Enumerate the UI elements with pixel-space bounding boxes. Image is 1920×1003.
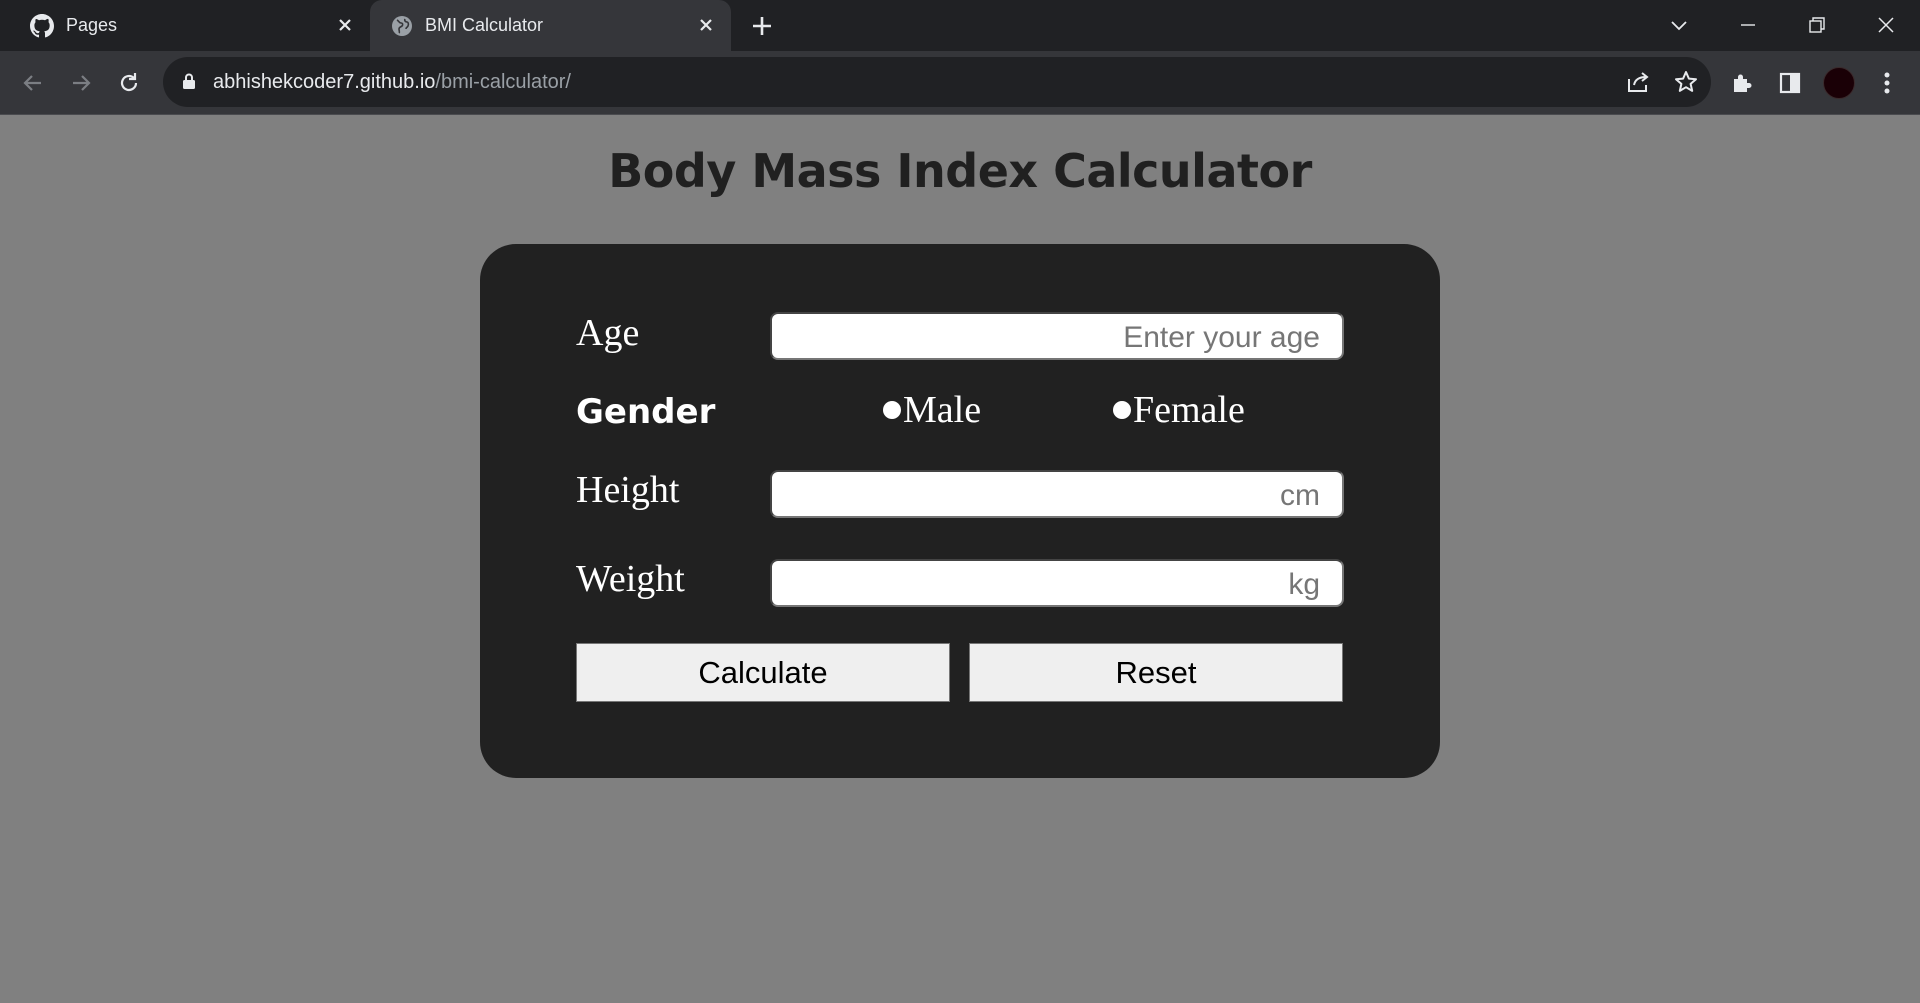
female-label: Female [1133,389,1245,431]
reload-icon[interactable] [111,65,147,101]
height-placeholder: cm [1280,479,1320,512]
weight-label: Weight [576,558,685,600]
tab-strip: Pages BMI Calculator [0,0,1920,51]
side-panel-icon[interactable] [1772,65,1808,101]
url-host: abhishekcoder7.github.io [213,71,436,93]
github-icon [30,14,54,38]
bmi-form-card: Age Enter your age Gender Male Female He… [480,244,1440,778]
gender-label: Gender [576,392,716,432]
extensions-puzzle-icon[interactable] [1724,65,1760,101]
close-window-icon[interactable] [1869,8,1903,42]
address-bar[interactable]: abhishekcoder7.github.io/bmi-calculator/ [163,57,1711,107]
back-arrow-icon[interactable] [15,65,51,101]
radio-dot[interactable] [1113,401,1131,419]
profile-avatar[interactable] [1823,67,1855,99]
reset-button[interactable]: Reset [969,643,1343,702]
calculate-button[interactable]: Calculate [576,643,950,702]
tab-title: BMI Calculator [425,15,544,35]
height-label: Height [576,469,680,511]
age-label: Age [576,312,640,354]
more-menu-icon[interactable] [1869,65,1905,101]
weight-input[interactable]: kg [770,559,1344,607]
gender-female-radio[interactable]: Female [1113,388,1245,432]
page-title: Body Mass Index Calculator [608,144,1312,198]
close-tab-icon[interactable] [695,14,717,36]
age-input[interactable]: Enter your age [770,312,1344,360]
share-icon[interactable] [1625,69,1651,95]
tab-pages[interactable]: Pages [0,0,370,51]
url-path: /bmi-calculator/ [435,71,571,93]
globe-icon [392,16,412,36]
height-input[interactable]: cm [770,470,1344,518]
age-placeholder: Enter your age [1123,321,1320,354]
close-tab-icon[interactable] [334,14,356,36]
restore-icon[interactable] [1800,8,1834,42]
gender-male-radio[interactable]: Male [883,388,981,432]
lock-icon[interactable] [179,71,199,91]
new-tab-plus-icon[interactable] [748,12,776,40]
forward-arrow-icon[interactable] [63,65,99,101]
minimize-icon[interactable] [1731,8,1765,42]
browser-toolbar: abhishekcoder7.github.io/bmi-calculator/ [0,51,1920,115]
tab-search-chevron-icon[interactable] [1662,8,1696,42]
bookmark-star-icon[interactable] [1673,69,1699,95]
tab-title: Pages [66,15,118,35]
tab-bmi-calculator[interactable]: BMI Calculator [370,0,731,51]
weight-placeholder: kg [1288,568,1320,601]
radio-dot[interactable] [883,401,901,419]
male-label: Male [903,389,982,431]
url-text[interactable]: abhishekcoder7.github.io/bmi-calculator/ [213,71,571,94]
